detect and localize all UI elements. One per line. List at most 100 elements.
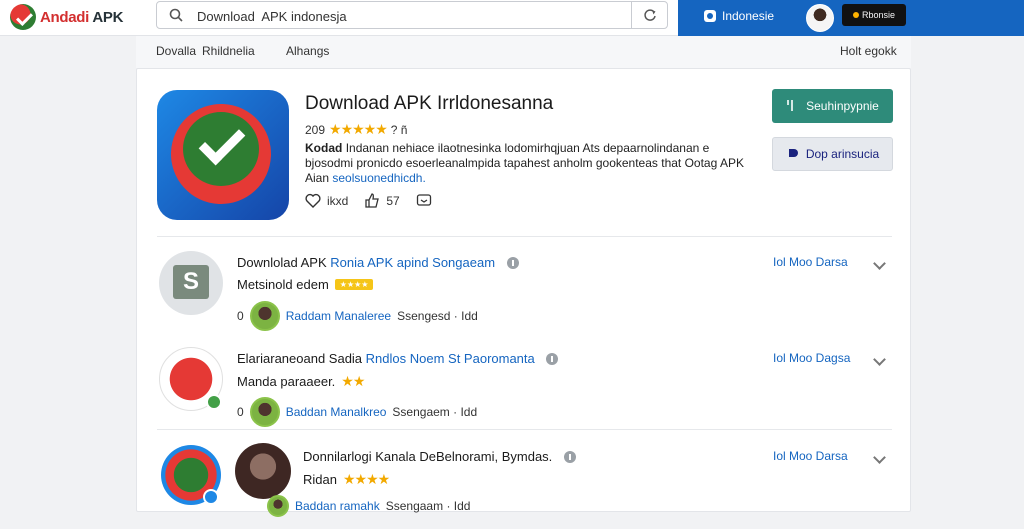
chevron-down-icon[interactable] <box>873 353 886 366</box>
secondary-button[interactable]: Dop arinsucia <box>772 137 893 171</box>
app-rating: 209 ★★★★★ ? ñ <box>305 121 407 138</box>
logo-icon <box>10 4 36 30</box>
list-item-title-text: Donnilarlogi Kanala DeBelnorami, Bymdas. <box>303 449 553 464</box>
list-item-subtitle: Manda paraaeer. ★★ <box>237 373 365 390</box>
comment-icon <box>416 194 431 206</box>
list-item[interactable]: S Downlolad APK Ronia APK apind Songaeam… <box>137 239 912 335</box>
search-button[interactable] <box>631 2 667 28</box>
info-icon[interactable] <box>506 257 519 269</box>
s-app-icon: S <box>173 265 209 299</box>
list-item-title[interactable]: Downlolad APK Ronia APK apind Songaeam <box>237 255 519 270</box>
language-label: Indonesie <box>722 9 775 23</box>
app-title: Download APK Irrldonesanna <box>305 93 554 114</box>
app-icon <box>157 90 289 220</box>
meta-prefix: 0 <box>237 309 244 323</box>
site-logo[interactable]: Andadi APK <box>10 3 123 31</box>
meta-text: Ssengaam · Idd <box>385 499 471 513</box>
play-icon <box>788 149 798 157</box>
info-icon[interactable] <box>563 451 576 463</box>
info-icon[interactable] <box>546 353 559 365</box>
app-card: Download APK Irrldonesanna 209 ★★★★★ ? ñ… <box>136 68 912 517</box>
list-item-subtitle-text: Ridan <box>303 472 337 487</box>
rating-badge: ★★★★ <box>334 279 374 290</box>
chevron-down-icon[interactable] <box>873 451 886 464</box>
verified-icon <box>206 394 222 410</box>
share-count: 57 <box>386 193 400 208</box>
rating-count: 209 <box>305 122 326 137</box>
author-link[interactable]: Baddan Manalkreo <box>286 405 387 419</box>
list-item-title-link[interactable]: Ronia APK apind Songaeam <box>330 255 495 270</box>
list-item-subtitle-text: Manda paraaeer. <box>237 374 336 389</box>
list-item-title-text: Elariaraneoand Sadia <box>237 351 363 366</box>
list-item-subtitle-text: Metsinold edem <box>237 277 329 292</box>
list-item[interactable]: Donnilarlogi Kanala DeBelnorami, Bymdas.… <box>137 433 912 529</box>
secondary-button-label: Dop arinsucia <box>805 147 880 161</box>
star-rating-icon: ★★★★★ <box>329 121 388 137</box>
author-avatar[interactable] <box>249 301 280 331</box>
author-link[interactable]: Baddan ramahk <box>295 499 380 513</box>
app-description: Kodad Indanan nehiace ilaotnesinka lodom… <box>305 141 745 186</box>
rating-suffix: ? ñ <box>390 122 408 137</box>
search-input[interactable] <box>197 6 617 26</box>
list-item-title[interactable]: Donnilarlogi Kanala DeBelnorami, Bymdas. <box>303 449 576 464</box>
top-bar: Andadi APK Indonesie Rbonsie <box>0 0 1024 36</box>
list-item-icon <box>159 347 223 411</box>
download-button-label: Seuhinpypnie <box>806 99 879 113</box>
list-item-subtitle: Metsinold edem ★★★★ <box>237 277 374 292</box>
download-icon <box>787 100 793 111</box>
author-avatar[interactable] <box>249 397 280 427</box>
divider <box>157 236 892 237</box>
list-item-title-text: Downlolad APK <box>237 255 327 270</box>
account-bar: Indonesie Rbonsie <box>678 0 1024 36</box>
author-link[interactable]: Raddam Manaleree <box>286 309 391 323</box>
list-item-icon: S <box>159 251 223 315</box>
badge-icon <box>203 489 219 505</box>
chevron-down-icon[interactable] <box>873 257 886 270</box>
heart-icon <box>305 193 321 208</box>
divider <box>157 429 892 430</box>
list-item-title[interactable]: Elariaraneoand Sadia Rndlos Noem St Paor… <box>237 351 559 366</box>
list-item-link[interactable]: Iol Moo Darsa <box>773 449 848 463</box>
description-link[interactable]: seolsuonedhicdh. <box>332 171 425 185</box>
account-button[interactable]: Rbonsie <box>842 4 906 26</box>
star-rating-icon: ★★★★ <box>342 471 390 487</box>
share-action[interactable]: 57 <box>364 193 400 208</box>
logo-text-secondary: APK <box>92 8 124 26</box>
like-action[interactable]: ikxd <box>305 193 348 208</box>
creator-avatar[interactable] <box>235 443 291 499</box>
list-item[interactable]: Elariaraneoand Sadia Rndlos Noem St Paor… <box>137 335 912 431</box>
logo-text: Andadi APK <box>40 9 123 26</box>
language-link[interactable]: Indonesie <box>704 9 774 23</box>
list-item-subtitle: Ridan ★★★★ <box>303 471 390 488</box>
description-lead: Kodad <box>305 141 343 155</box>
list-item-icon <box>161 445 221 505</box>
search-box <box>156 1 668 29</box>
user-avatar[interactable] <box>806 4 834 32</box>
refresh-icon <box>643 9 656 21</box>
account-button-label: Rbonsie <box>861 10 896 20</box>
logo-text-primary: Andadi <box>40 8 90 26</box>
sub-navigation: Dovalla Rhildnelia Alhangs Holt egokk <box>136 36 911 68</box>
meta-prefix: 0 <box>237 405 244 419</box>
download-button[interactable]: Seuhinpypnie <box>772 89 893 123</box>
subnav-item-1[interactable]: Dovalla <box>156 44 196 58</box>
list-item-meta: 0 Baddan Manalkreo Ssengaem · Idd <box>237 397 477 427</box>
list-item-meta: 0 Raddam Manaleree Ssengesd · Idd <box>237 301 478 331</box>
status-dot-icon <box>852 12 859 18</box>
subnav-right-link[interactable]: Holt egokk <box>840 44 897 58</box>
star-rating-icon: ★★ <box>341 373 365 389</box>
meta-text: Ssengaem · Idd <box>392 405 478 419</box>
app-actions: ikxd 57 <box>305 193 432 208</box>
thumbs-up-icon <box>365 193 380 208</box>
subnav-item-2[interactable]: Rhildnelia <box>202 44 255 58</box>
author-avatar[interactable] <box>267 495 289 517</box>
list-item-link[interactable]: Iol Moo Darsa <box>773 255 848 269</box>
like-label: ikxd <box>327 193 349 208</box>
comment-action[interactable] <box>416 193 432 208</box>
subnav-item-3[interactable]: Alhangs <box>286 44 329 58</box>
list-item-title-link[interactable]: Rndlos Noem St Paoromanta <box>366 351 535 366</box>
chat-icon <box>704 10 716 22</box>
search-icon <box>169 8 183 22</box>
list-item-link[interactable]: Iol Moo Dagsa <box>773 351 850 365</box>
meta-text: Ssengesd · Idd <box>397 309 478 323</box>
